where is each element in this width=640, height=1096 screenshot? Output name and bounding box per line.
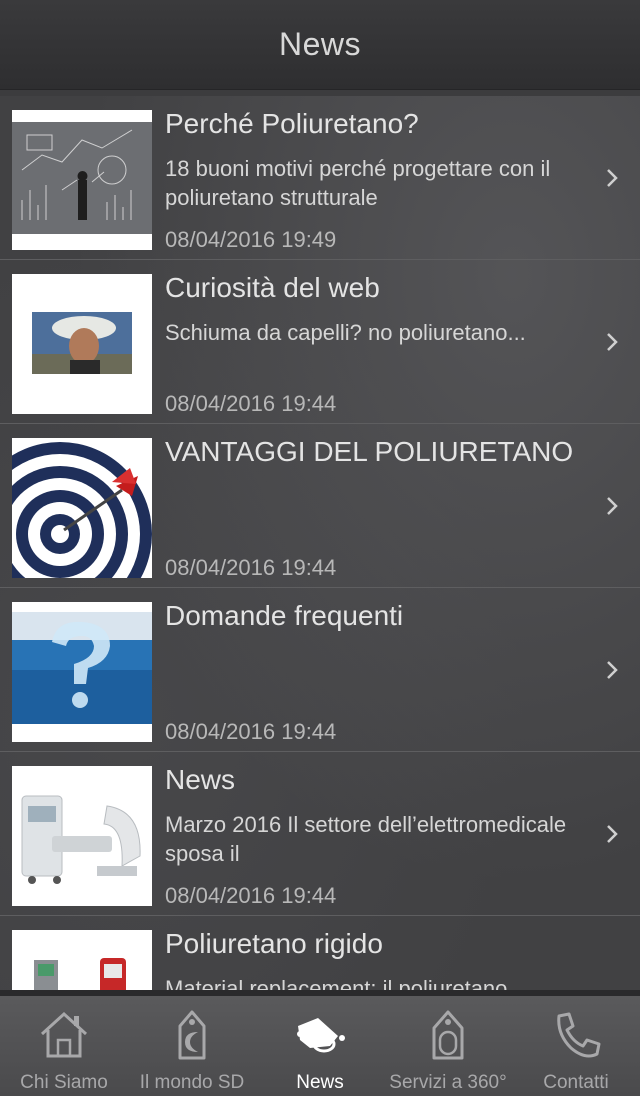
navigation-bar: News [0,0,640,90]
tab-label: Il mondo SD [139,1072,245,1093]
chevron-right-icon [607,497,618,515]
news-date: 08/04/2016 19:44 [165,883,337,908]
news-date: 08/04/2016 19:44 [165,555,337,580]
chevron-right-icon [607,661,618,679]
tab-chi-siamo[interactable]: Chi Siamo [0,996,128,1096]
news-subtitle: Schiuma da capelli? no poliuretano... [165,320,526,345]
news-item[interactable]: VANTAGGI DEL POLIURETANO 08/04/2016 19:4… [0,424,640,588]
news-item[interactable]: Poliuretano rigido Material replacement:… [0,916,640,990]
medical-equipment-thumbnail [12,766,152,906]
news-subtitle: Marzo 2016 Il settore dell’elettromedica… [165,812,567,866]
news-title: News [165,764,236,795]
news-list[interactable]: Perché Poliuretano? 18 buoni motivi perc… [0,96,640,990]
chevron-right-icon [607,169,618,187]
news-title: Poliuretano rigido [165,928,383,959]
news-title: Domande frequenti [165,600,404,631]
devices-thumbnail [12,930,152,990]
foam-hair-thumbnail [12,274,152,414]
tab-il-mondo-sd[interactable]: Il mondo SD [128,996,256,1096]
tab-label: Chi Siamo [20,1072,108,1093]
news-date: 08/04/2016 19:44 [165,719,337,744]
tab-news[interactable]: News [256,996,384,1096]
chevron-right-icon [607,333,618,351]
tab-label: News [296,1072,344,1093]
news-item[interactable]: Curiosità del web Schiuma da capelli? no… [0,260,640,424]
news-subtitle: 18 buoni motivi perché progettare con il… [165,156,551,210]
news-subtitle: Material replacement: il poliuretano [165,976,508,990]
chevron-right-icon [607,825,618,843]
page-title: News [278,26,361,62]
news-title: Curiosità del web [165,272,380,303]
tab-label: Servizi a 360° [389,1072,507,1093]
house-icon [40,1011,88,1058]
tag-outline-icon [432,1010,464,1060]
tab-servizi-360[interactable]: Servizi a 360° [384,996,512,1096]
news-item[interactable]: Domande frequenti 08/04/2016 19:44 [0,588,640,752]
news-item[interactable]: News Marzo 2016 Il settore dell’elettrom… [0,752,640,916]
megaphone-icon [297,1018,345,1053]
tag-icon [178,1010,206,1060]
news-item[interactable]: Perché Poliuretano? 18 buoni motivi perc… [0,96,640,260]
iceberg-question-thumbnail [12,602,152,742]
target-dart-thumbnail [12,438,152,578]
news-date: 08/04/2016 19:44 [165,391,337,416]
tab-contatti[interactable]: Contatti [512,996,640,1096]
news-date: 08/04/2016 19:49 [165,227,337,252]
news-title: Perché Poliuretano? [165,108,419,139]
tab-bar: Chi Siamo Il mondo SD News Servizi a 360… [0,990,640,1096]
tab-label: Contatti [543,1072,609,1093]
business-chart-thumbnail [12,110,152,250]
phone-icon [557,1012,601,1058]
news-title: VANTAGGI DEL POLIURETANO [165,436,574,467]
